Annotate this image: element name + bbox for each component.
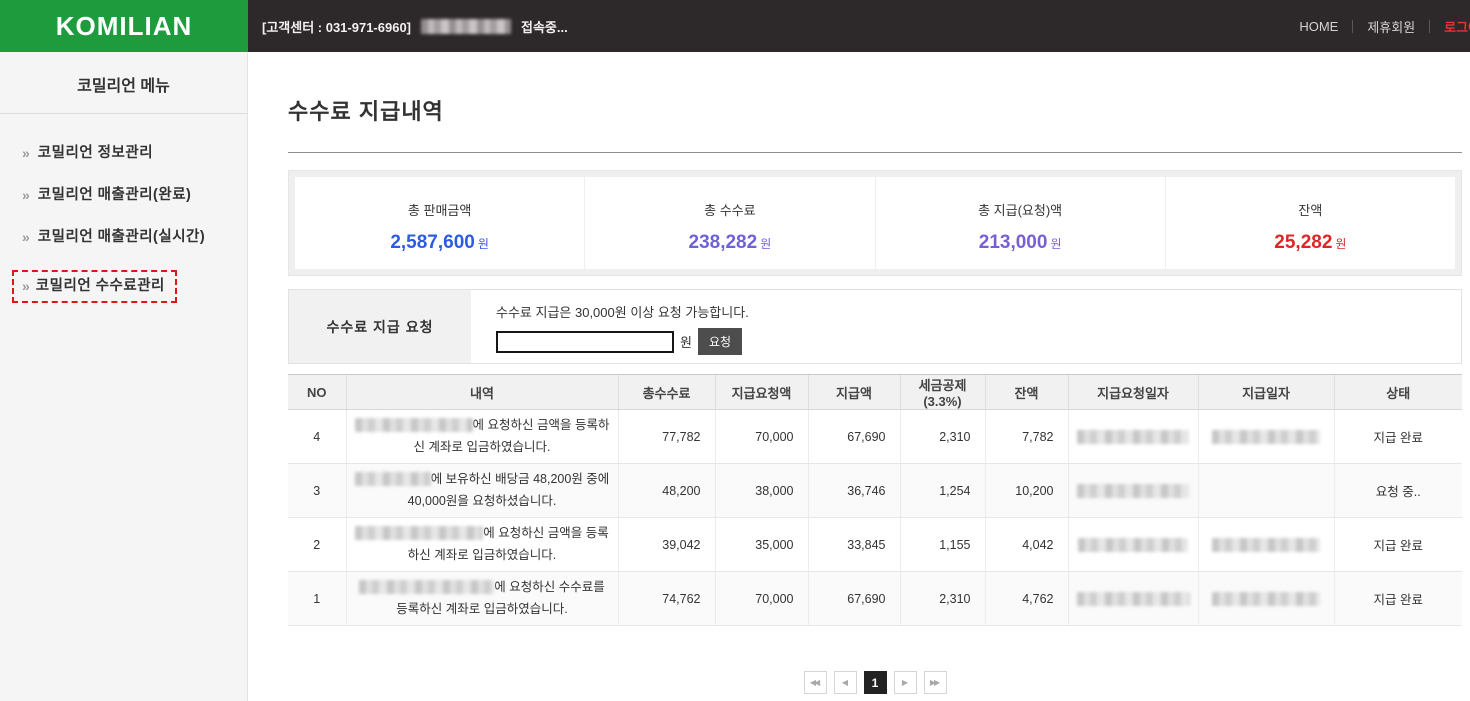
- total-commission-value: 238,282원: [585, 232, 874, 254]
- double-chevron-icon: »: [22, 228, 30, 246]
- redacted-date: [1212, 430, 1320, 444]
- request-amount-input[interactable]: [496, 331, 674, 353]
- double-chevron-icon: »: [22, 144, 30, 162]
- col-balance: 잔액: [985, 375, 1068, 410]
- status-cell: 지급 완료: [1334, 410, 1462, 464]
- request-submit-button[interactable]: 요청: [698, 328, 742, 355]
- nav-home-link[interactable]: HOME: [1299, 19, 1338, 34]
- sidebar-menu: » 코밀리언 정보관리 » 코밀리언 매출관리(완료) » 코밀리언 매출관리(…: [0, 114, 247, 312]
- sidebar-item-commission-management[interactable]: » 코밀리언 수수료관리: [0, 270, 247, 312]
- redacted-name: [359, 580, 494, 594]
- sidebar-item-sales-realtime[interactable]: » 코밀리언 매출관리(실시간): [0, 228, 247, 270]
- table-header-row: NO 내역 총수수료 지급요청액 지급액 세금공제(3.3%) 잔액 지급요청일…: [288, 375, 1462, 410]
- redacted-date: [1078, 538, 1188, 552]
- customer-center-text: [고객센터 : 031-971-6960]: [262, 17, 411, 36]
- summary-cards: 총 판매금액 2,587,600원 총 수수료 238,282원 총 지급(요청…: [288, 170, 1462, 276]
- status-cell: 요청 중..: [1334, 464, 1462, 518]
- top-nav: HOME 제휴회원 로그아웃: [1299, 0, 1470, 52]
- redacted-username: [421, 19, 511, 34]
- table-row: 1 에 요청하신 수수료를 등록하신 계좌로 입금하였습니다. 74,762 7…: [288, 572, 1462, 626]
- col-no: NO: [288, 375, 346, 410]
- card-total-paid: 총 지급(요청)액 213,000원: [876, 177, 1165, 269]
- table-row: 3 에 보유하신 배당금 48,200원 중에 40,000원을 요청하셨습니다…: [288, 464, 1462, 518]
- col-total-fee: 총수수료: [618, 375, 715, 410]
- request-notice: 수수료 지급은 30,000원 이상 요청 가능합니다.: [496, 302, 1461, 321]
- col-tax: 세금공제(3.3%): [900, 375, 985, 410]
- total-paid-value: 213,000원: [876, 232, 1165, 254]
- current-page-button[interactable]: 1: [864, 671, 887, 694]
- first-page-button[interactable]: ◀◀: [804, 671, 827, 694]
- redacted-date: [1212, 592, 1320, 606]
- session-status-text: 접속중...: [521, 17, 568, 36]
- nav-separator: [1352, 20, 1353, 33]
- card-total-sales: 총 판매금액 2,587,600원: [295, 177, 584, 269]
- top-header-bar: KOMILIAN [고객센터 : 031-971-6960] 접속중... HO…: [0, 0, 1470, 52]
- balance-value: 25,282원: [1166, 232, 1455, 254]
- sidebar: 코밀리언 메뉴 » 코밀리언 정보관리 » 코밀리언 매출관리(완료) » 코밀…: [0, 52, 248, 701]
- prev-page-button[interactable]: ◀: [834, 671, 857, 694]
- card-balance: 잔액 25,282원: [1166, 177, 1455, 269]
- redacted-name: [355, 526, 483, 540]
- redacted-date: [1077, 592, 1190, 606]
- logo[interactable]: KOMILIAN: [0, 0, 248, 52]
- nav-logout-link[interactable]: 로그아웃: [1444, 17, 1470, 36]
- nav-separator: [1429, 20, 1430, 33]
- nav-partner-link[interactable]: 제휴회원: [1367, 17, 1415, 36]
- page-title: 수수료 지급내역: [288, 94, 1462, 126]
- request-body: 수수료 지급은 30,000원 이상 요청 가능합니다. 원 요청: [471, 290, 1461, 363]
- status-cell: 지급 완료: [1334, 518, 1462, 572]
- total-sales-value: 2,587,600원: [295, 232, 584, 254]
- pagination: ◀◀ ◀ 1 ▶ ▶▶: [288, 671, 1462, 694]
- commission-request-section: 수수료 지급 요청 수수료 지급은 30,000원 이상 요청 가능합니다. 원…: [288, 289, 1462, 364]
- last-page-button[interactable]: ▶▶: [924, 671, 947, 694]
- redacted-date: [1077, 484, 1189, 498]
- logo-text: KOMILIAN: [56, 11, 193, 42]
- table-row: 2 에 요청하신 금액을 등록하신 계좌로 입금하였습니다. 39,042 35…: [288, 518, 1462, 572]
- request-form: 원 요청: [496, 328, 1461, 355]
- col-paid-amount: 지급액: [808, 375, 900, 410]
- redacted-name: [355, 472, 431, 486]
- main-content: 수수료 지급내역 총 판매금액 2,587,600원 총 수수료 238,282…: [248, 52, 1470, 701]
- won-unit-label: 원: [680, 332, 692, 351]
- card-total-commission: 총 수수료 238,282원: [585, 177, 874, 269]
- sidebar-title: 코밀리언 메뉴: [0, 52, 247, 114]
- sidebar-item-sales-complete[interactable]: » 코밀리언 매출관리(완료): [0, 186, 247, 228]
- redacted-date: [1077, 430, 1189, 444]
- next-page-button[interactable]: ▶: [894, 671, 917, 694]
- col-request-amount: 지급요청액: [715, 375, 808, 410]
- col-status: 상태: [1334, 375, 1462, 410]
- col-pay-date: 지급일자: [1198, 375, 1334, 410]
- double-chevron-icon: »: [22, 277, 30, 295]
- redacted-name: [355, 418, 473, 432]
- commission-history-table: NO 내역 총수수료 지급요청액 지급액 세금공제(3.3%) 잔액 지급요청일…: [288, 374, 1462, 626]
- header-info: [고객센터 : 031-971-6960] 접속중...: [248, 0, 568, 52]
- request-label-cell: 수수료 지급 요청: [289, 290, 471, 363]
- status-cell: 지급 완료: [1334, 572, 1462, 626]
- col-description: 내역: [346, 375, 618, 410]
- active-item-highlight: » 코밀리언 수수료관리: [12, 270, 177, 303]
- col-request-date: 지급요청일자: [1068, 375, 1198, 410]
- table-row: 4 에 요청하신 금액을 등록하신 계좌로 입금하였습니다. 77,782 70…: [288, 410, 1462, 464]
- double-chevron-icon: »: [22, 186, 30, 204]
- title-divider: [288, 152, 1462, 153]
- redacted-date: [1212, 538, 1320, 552]
- sidebar-item-info-management[interactable]: » 코밀리언 정보관리: [0, 144, 247, 186]
